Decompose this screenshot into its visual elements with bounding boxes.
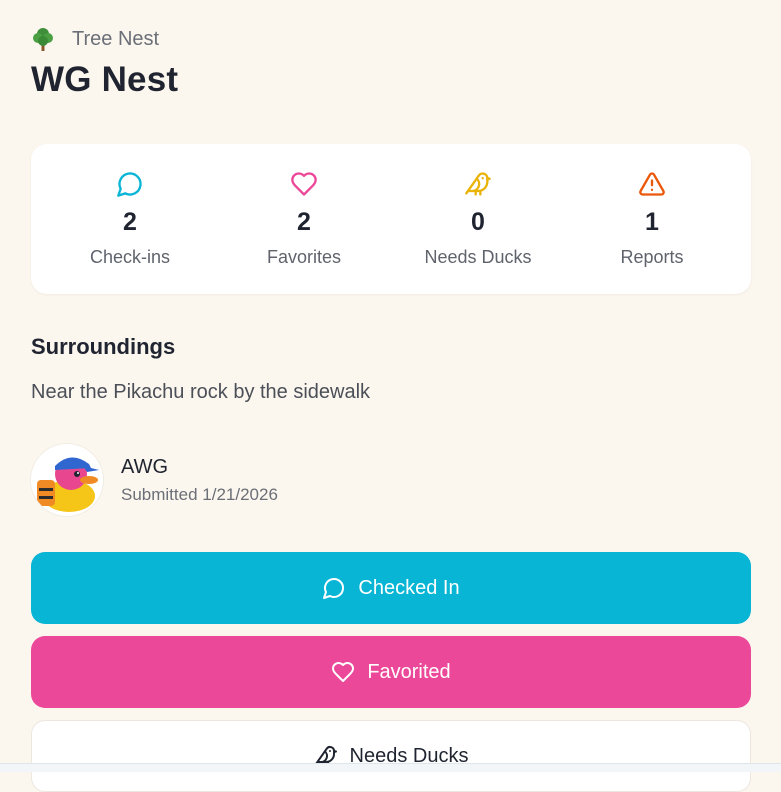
nest-type-label: Tree Nest [72,27,160,50]
stat-value: 1 [645,208,659,236]
needs-ducks-button[interactable]: Needs Ducks [31,720,751,792]
duck-avatar-icon [31,444,103,516]
stat-check-ins: 2 Check-ins [40,144,220,294]
stat-label: Favorites [266,247,342,267]
stats-card: 2 Check-ins 2 Favorites 0 Needs Ducks 1 … [31,144,751,294]
tree-icon [33,28,53,51]
stat-label: Check-ins [89,247,171,267]
stat-value: 2 [123,208,137,236]
stat-value: 0 [471,208,485,236]
submitter-info: AWG Submitted 1/21/2026 [31,444,431,516]
submitted-date: Submitted 1/21/2026 [121,485,278,504]
stat-label: Needs Ducks [424,247,532,267]
heart-icon [291,172,317,196]
stat-label: Reports [620,247,684,267]
chat-bubble-icon [323,578,345,599]
surroundings-text: Near the Pikachu rock by the sidewalk [31,381,371,403]
chat-bubble-icon [117,172,142,197]
page-title: WG Nest [31,60,179,99]
favorited-button[interactable]: Favorited [31,636,751,708]
nest-type-row: Tree Nest [31,26,159,52]
stat-favorites: 2 Favorites [214,144,394,294]
stat-needs-ducks: 0 Needs Ducks [388,144,568,294]
checked-in-button[interactable]: Checked In [31,552,751,624]
submitter-name: AWG [121,456,169,478]
favorited-label: Favorited [367,660,451,683]
avatar [31,444,103,516]
heart-icon [332,662,355,682]
checked-in-label: Checked In [358,576,460,599]
stat-reports: 1 Reports [562,144,742,294]
stat-value: 2 [297,208,311,236]
warning-icon [639,172,665,196]
bird-icon [465,172,491,196]
surroundings-heading: Surroundings [31,334,176,359]
